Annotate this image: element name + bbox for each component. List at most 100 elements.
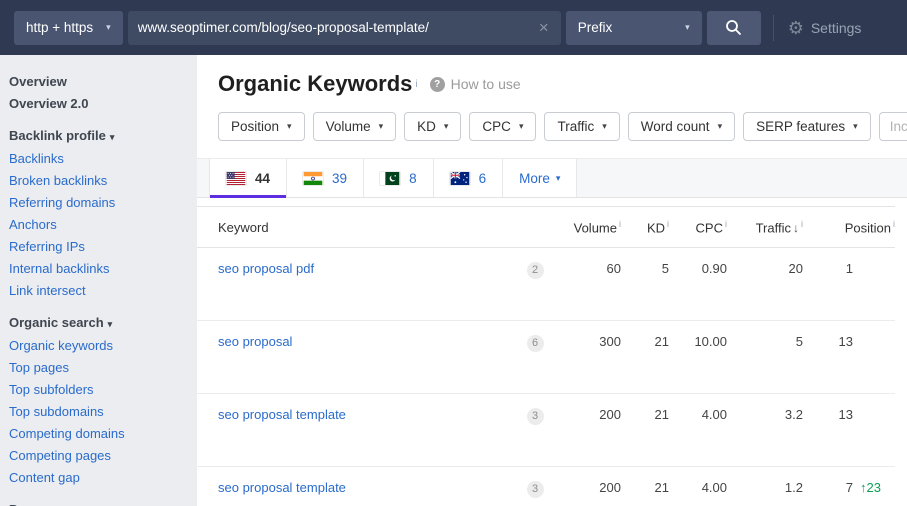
- sidebar-item-top-subdomains[interactable]: Top subdomains: [0, 401, 197, 423]
- clear-icon[interactable]: ×: [537, 18, 551, 38]
- chevron-down-icon: ▾: [444, 121, 449, 132]
- sidebar-item-content-gap[interactable]: Content gap: [0, 467, 197, 489]
- tabs-more-button[interactable]: More ▾: [503, 159, 577, 197]
- tab-pakistan[interactable]: 8: [364, 159, 434, 197]
- sidebar-section-pages[interactable]: Pages▾: [0, 499, 197, 506]
- country-tabs: 44 39 8: [197, 158, 907, 198]
- sidebar-item-broken-backlinks[interactable]: Broken backlinks: [0, 170, 197, 192]
- tab-india[interactable]: 39: [287, 159, 364, 197]
- volume-value: 300: [555, 334, 621, 349]
- kd-value: 5: [621, 261, 669, 276]
- protocol-select[interactable]: http + https ▾: [14, 11, 123, 45]
- gear-icon: ⚙: [788, 19, 804, 37]
- chevron-down-icon: ▾: [602, 121, 607, 132]
- filter-volume[interactable]: Volume▾: [313, 112, 397, 141]
- tab-count: 44: [255, 171, 270, 186]
- position-value: 7: [803, 480, 853, 495]
- chevron-down-icon: ▾: [379, 121, 384, 132]
- filter-cpc[interactable]: CPC▾: [469, 112, 536, 141]
- tab-australia[interactable]: 6: [434, 159, 504, 197]
- mode-select-value: Prefix: [578, 20, 613, 35]
- header-keyword[interactable]: Keyword: [197, 220, 515, 235]
- traffic-value: 20: [727, 261, 803, 276]
- filter-kd[interactable]: KD▾: [404, 112, 461, 141]
- chevron-down-icon: ▾: [519, 121, 524, 132]
- serp-count-badge[interactable]: 3: [527, 408, 544, 425]
- sidebar-item-overview[interactable]: Overview: [0, 71, 197, 93]
- table-row: seo proposal pdf 2 60 5 0.90 20 1: [197, 248, 895, 321]
- keywords-table: Keyword Volumei KDi CPCi Traffic↓i Posit…: [197, 206, 907, 506]
- traffic-value: 3.2: [727, 407, 803, 422]
- sidebar-item-link-intersect[interactable]: Link intersect: [0, 280, 197, 302]
- chevron-down-icon: ▾: [685, 22, 690, 33]
- serp-count-badge[interactable]: 2: [527, 262, 544, 279]
- kd-value: 21: [621, 407, 669, 422]
- tab-count: 6: [479, 171, 487, 186]
- settings-button[interactable]: ⚙ Settings: [788, 19, 862, 37]
- settings-label: Settings: [811, 20, 862, 36]
- filter-word-count[interactable]: Word count▾: [628, 112, 735, 141]
- chevron-down-icon: ▾: [108, 319, 113, 329]
- sidebar: Overview Overview 2.0 Backlink profile▾ …: [0, 55, 197, 506]
- sidebar-item-backlinks[interactable]: Backlinks: [0, 148, 197, 170]
- cpc-value: 4.00: [669, 407, 727, 422]
- header-volume[interactable]: Volumei: [555, 219, 621, 235]
- tab-united-states[interactable]: 44: [209, 159, 287, 197]
- sidebar-item-organic-keywords[interactable]: Organic keywords: [0, 335, 197, 357]
- url-input[interactable]: [138, 20, 537, 35]
- info-icon: i: [893, 219, 895, 229]
- include-input[interactable]: [879, 112, 907, 141]
- chevron-down-icon: ▾: [110, 132, 115, 142]
- keyword-link[interactable]: seo proposal template: [218, 407, 346, 422]
- india-flag-icon: [303, 172, 323, 185]
- sidebar-item-internal-backlinks[interactable]: Internal backlinks: [0, 258, 197, 280]
- keyword-link[interactable]: seo proposal pdf: [218, 261, 314, 276]
- mode-select[interactable]: Prefix ▾: [566, 11, 702, 45]
- table-row: seo proposal template 3 200 21 4.00 1.2 …: [197, 467, 895, 506]
- filter-serp-features[interactable]: SERP features▾: [743, 112, 871, 141]
- url-input-wrap: ×: [128, 11, 561, 45]
- chevron-down-icon: ▾: [556, 173, 561, 184]
- info-icon: i: [415, 79, 417, 90]
- search-button[interactable]: [707, 11, 761, 45]
- pakistan-flag-icon: [380, 172, 400, 185]
- keyword-link[interactable]: seo proposal template: [218, 480, 346, 495]
- sidebar-item-top-subfolders[interactable]: Top subfolders: [0, 379, 197, 401]
- sidebar-item-referring-domains[interactable]: Referring domains: [0, 192, 197, 214]
- sidebar-item-competing-domains[interactable]: Competing domains: [0, 423, 197, 445]
- filter-position[interactable]: Position▾: [218, 112, 305, 141]
- sidebar-section-organic-search[interactable]: Organic search▾: [0, 312, 197, 335]
- sidebar-section-backlink-profile[interactable]: Backlink profile▾: [0, 125, 197, 148]
- filter-bar: Position▾ Volume▾ KD▾ CPC▾ Traffic▾ Word…: [197, 112, 907, 142]
- sidebar-item-anchors[interactable]: Anchors: [0, 214, 197, 236]
- australia-flag-icon: [450, 172, 470, 185]
- sidebar-item-top-pages[interactable]: Top pages: [0, 357, 197, 379]
- position-change: ↑23: [853, 480, 895, 495]
- header-cpc[interactable]: CPCi: [669, 219, 727, 235]
- sidebar-item-referring-ips[interactable]: Referring IPs: [0, 236, 197, 258]
- cpc-value: 10.00: [669, 334, 727, 349]
- question-icon[interactable]: ?: [430, 77, 445, 92]
- table-row: seo proposal template 3 200 21 4.00 3.2 …: [197, 394, 895, 467]
- header-kd[interactable]: KDi: [621, 219, 669, 235]
- sort-desc-icon: ↓: [793, 221, 799, 235]
- position-value: 13: [803, 407, 853, 422]
- traffic-value: 5: [727, 334, 803, 349]
- chevron-down-icon: ▾: [106, 22, 111, 33]
- sidebar-item-competing-pages[interactable]: Competing pages: [0, 445, 197, 467]
- serp-count-badge[interactable]: 6: [527, 335, 544, 352]
- chevron-down-icon: ▾: [287, 121, 292, 132]
- topbar-divider: [773, 15, 774, 41]
- serp-count-badge[interactable]: 3: [527, 481, 544, 498]
- chevron-down-icon: ▾: [718, 121, 723, 132]
- how-to-use-link[interactable]: How to use: [451, 76, 521, 92]
- header-position[interactable]: Positioni: [803, 219, 895, 235]
- table-header-row: Keyword Volumei KDi CPCi Traffic↓i Posit…: [197, 206, 895, 248]
- filter-traffic[interactable]: Traffic▾: [544, 112, 619, 141]
- sidebar-item-overview-2[interactable]: Overview 2.0: [0, 93, 197, 115]
- header-traffic[interactable]: Traffic↓i: [727, 219, 803, 235]
- keyword-link[interactable]: seo proposal: [218, 334, 292, 349]
- protocol-select-value: http + https: [26, 20, 93, 35]
- position-value: 1: [803, 261, 853, 276]
- page-title: Organic Keywords: [218, 71, 412, 97]
